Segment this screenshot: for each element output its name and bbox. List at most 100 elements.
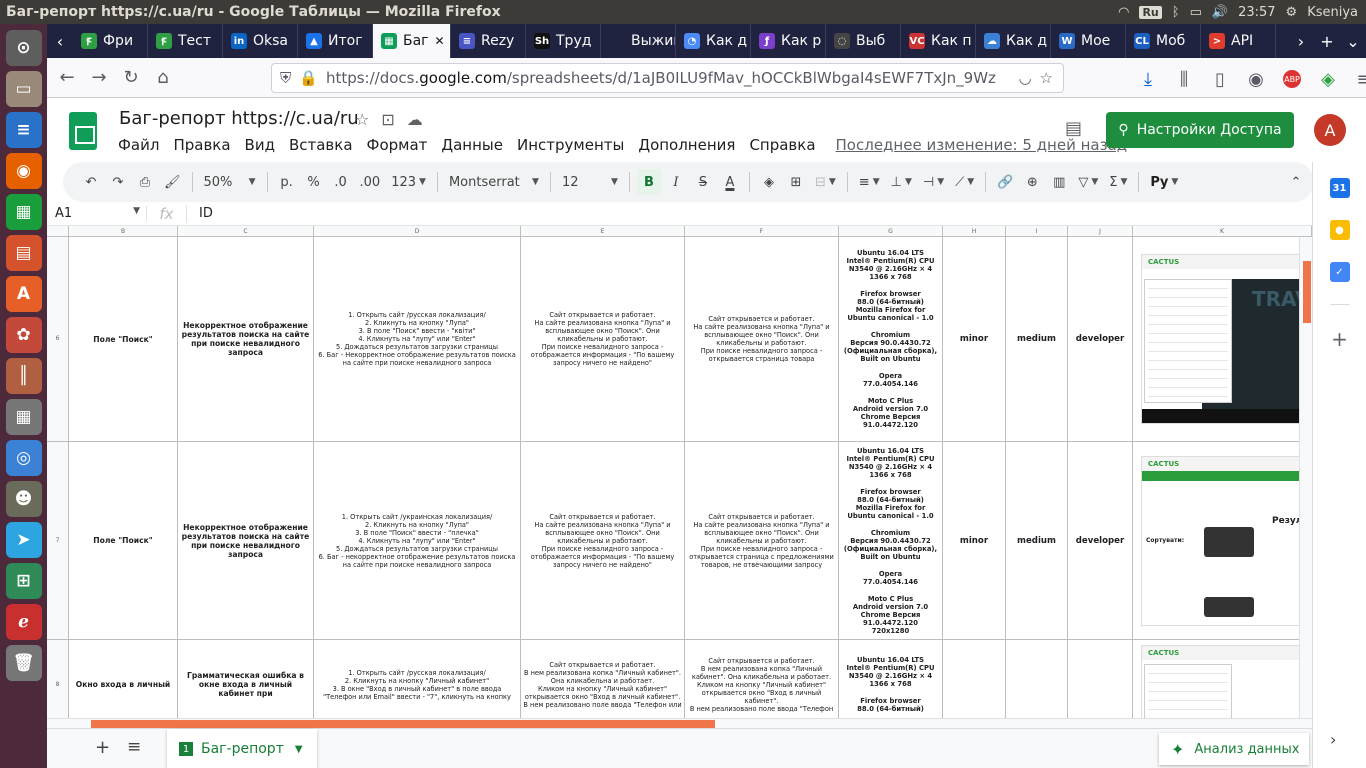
sound-mixer-launcher-icon[interactable]: ║ xyxy=(5,358,42,394)
actual-cell[interactable]: Сайт открывается и работает. На сайте ре… xyxy=(685,237,839,441)
column-header[interactable]: J xyxy=(1068,226,1133,237)
menu-item[interactable]: Правка xyxy=(173,136,230,154)
all-sheets-icon[interactable]: ≡ xyxy=(127,737,141,757)
font-size-select[interactable]: 12 ▼ xyxy=(558,169,622,195)
zoom-select[interactable]: 50% ▼ xyxy=(200,169,260,195)
library-icon[interactable]: ⫼ xyxy=(1168,63,1200,95)
assignee-cell[interactable] xyxy=(1068,640,1133,718)
account-icon[interactable]: ◉ xyxy=(1240,63,1272,95)
actual-cell[interactable]: Сайт открывается и работает. На сайте ре… xyxy=(685,442,839,639)
component-cell[interactable]: Поле "Поиск" xyxy=(69,442,178,639)
undo-icon[interactable]: ↶ xyxy=(79,169,103,195)
environment-cell[interactable]: Ubuntu 16.04 LTS Intel® Pentium(R) CPU N… xyxy=(839,442,943,639)
user-name[interactable]: Kseniya xyxy=(1307,5,1358,20)
browser-tab[interactable]: CL Моб xyxy=(1126,24,1201,58)
sheet-tab[interactable]: 1 Баг-репорт ▼ xyxy=(167,729,317,768)
gimp-launcher-icon[interactable]: ☻ xyxy=(5,481,42,517)
forward-icon[interactable]: → xyxy=(83,62,115,94)
browser-tab[interactable]: ☁ Как д xyxy=(976,24,1051,58)
text-color-button[interactable]: A xyxy=(718,169,742,195)
browser-tab[interactable]: in Oksa xyxy=(223,24,298,58)
browser-tab[interactable]: ◔ Как д xyxy=(676,24,751,58)
column-header[interactable]: C xyxy=(178,226,314,237)
calculator-launcher-icon[interactable]: ▦ xyxy=(5,399,42,435)
app-menu-icon[interactable]: ≡ xyxy=(1348,63,1366,95)
column-header[interactable]: E xyxy=(521,226,685,237)
get-addons-icon[interactable]: + xyxy=(1331,327,1348,351)
text-rotation-icon[interactable]: ⟋ ▼ xyxy=(951,169,978,195)
merge-cells-icon[interactable]: ⊟ ▼ xyxy=(811,169,840,195)
back-icon[interactable]: ← xyxy=(51,62,83,94)
more-formats-button[interactable]: 123 ▼ xyxy=(387,169,430,195)
menu-item[interactable]: Справка xyxy=(749,136,815,154)
menu-item[interactable]: Файл xyxy=(118,136,159,154)
url-text[interactable]: https://docs.google.com/spreadsheets/d/1… xyxy=(326,69,1011,87)
actual-cell[interactable]: Сайт открывается и работает. В нем реали… xyxy=(685,640,839,718)
row-number[interactable]: 6 xyxy=(47,237,69,441)
vertical-scroll-thumb[interactable] xyxy=(1303,261,1311,323)
environment-cell[interactable]: Ubuntu 16.04 LTS Intel® Pentium(R) CPU N… xyxy=(839,237,943,441)
menu-item[interactable]: Формат xyxy=(367,136,428,154)
move-folder-icon[interactable]: ⊡ xyxy=(381,110,394,129)
select-all-corner[interactable] xyxy=(47,226,69,237)
browser-tab[interactable]: VC Как п xyxy=(901,24,976,58)
component-cell[interactable]: Поле "Поиск" xyxy=(69,237,178,441)
priority-cell[interactable] xyxy=(1006,640,1068,718)
input-tools-button[interactable]: Ру ▼ xyxy=(1146,169,1182,195)
screenshot-cell[interactable]: CACTUSСортувати:Резуль xyxy=(1133,442,1312,639)
expected-cell[interactable]: Сайт открывается и работает. На сайте ре… xyxy=(521,237,685,441)
column-header[interactable]: H xyxy=(943,226,1006,237)
pocket-icon[interactable]: ◡ xyxy=(1018,69,1031,87)
wifi-icon[interactable]: ◠ xyxy=(1118,5,1129,20)
system-settings-launcher-icon[interactable]: ✿ xyxy=(5,317,42,353)
severity-cell[interactable]: minor xyxy=(943,237,1006,441)
print-icon[interactable]: ⎙ xyxy=(133,169,157,195)
home-icon[interactable]: ⌂ xyxy=(147,62,179,94)
menu-item[interactable]: Дополнения xyxy=(638,136,735,154)
writer-launcher-icon[interactable]: ≡ xyxy=(5,112,42,148)
insert-link-icon[interactable]: 🔗 xyxy=(993,169,1017,195)
browser-tab[interactable]: W Мое xyxy=(1051,24,1126,58)
browser-tab[interactable]: Ꞙ Фри xyxy=(73,24,148,58)
document-title[interactable]: Баг-репорт https://c.ua/ru xyxy=(119,108,359,129)
tab-scroll-left-icon[interactable]: ‹ xyxy=(47,32,73,51)
sheet-menu-icon[interactable]: ▼ xyxy=(295,744,303,755)
strikethrough-button[interactable]: S xyxy=(691,169,715,195)
vertical-scrollbar[interactable] xyxy=(1299,237,1312,718)
column-header[interactable]: F xyxy=(685,226,839,237)
power-icon[interactable]: ⚙ xyxy=(1286,5,1298,20)
browser-tab[interactable]: ≡ Rezy xyxy=(451,24,526,58)
browser-tab[interactable]: ◌ Выб xyxy=(826,24,901,58)
extension-icon[interactable]: ◈ xyxy=(1312,63,1344,95)
share-button[interactable]: ⚲ Настройки Доступа xyxy=(1106,112,1294,148)
fill-color-icon[interactable]: ◈ xyxy=(757,169,781,195)
paint-format-icon[interactable]: 🖌 xyxy=(160,169,185,195)
tab-list-menu-icon[interactable]: ⌄ xyxy=(1340,32,1366,51)
insert-comment-icon[interactable]: ⊕ xyxy=(1020,169,1044,195)
windows-launcher-icon[interactable]: ⊞ xyxy=(5,563,42,599)
summary-cell[interactable]: Грамматическая ошибка в окне входа в лич… xyxy=(178,640,314,718)
italic-button[interactable]: I xyxy=(664,169,688,195)
url-bar[interactable]: ⛨ 🔒 https://docs.google.com/spreadsheets… xyxy=(271,63,1064,93)
row-number[interactable]: 7 xyxy=(47,442,69,639)
sidebar-icon[interactable]: ▯ xyxy=(1204,63,1236,95)
bluetooth-icon[interactable]: ᛒ xyxy=(1172,5,1180,20)
calendar-icon[interactable]: 31 xyxy=(1329,178,1350,198)
vertical-align-icon[interactable]: ⊥ ▼ xyxy=(887,169,916,195)
comments-icon[interactable]: ▤ xyxy=(1065,118,1082,139)
insert-chart-icon[interactable]: ▥ xyxy=(1047,169,1071,195)
browser-tab[interactable]: Выжим xyxy=(601,24,676,58)
assignee-cell[interactable]: developer xyxy=(1068,442,1133,639)
lightworks-launcher-icon[interactable]: ℯ xyxy=(5,604,42,640)
horizontal-align-icon[interactable]: ≡ ▼ xyxy=(855,169,884,195)
column-header[interactable]: D xyxy=(314,226,521,237)
trash-launcher-icon[interactable]: 🗑 xyxy=(5,645,42,681)
browser-tab[interactable]: ƒ Как р xyxy=(751,24,826,58)
menu-item[interactable]: Вид xyxy=(245,136,275,154)
downloads-icon[interactable]: ⤓ xyxy=(1132,63,1164,95)
column-header[interactable]: G xyxy=(839,226,943,237)
ubuntu-settings-launcher-icon[interactable]: ⊙ xyxy=(5,30,42,66)
currency-format-button[interactable]: р. xyxy=(275,169,299,195)
keyboard-layout[interactable]: Ru xyxy=(1139,5,1162,19)
volume-icon[interactable]: 🔊 xyxy=(1212,5,1228,20)
